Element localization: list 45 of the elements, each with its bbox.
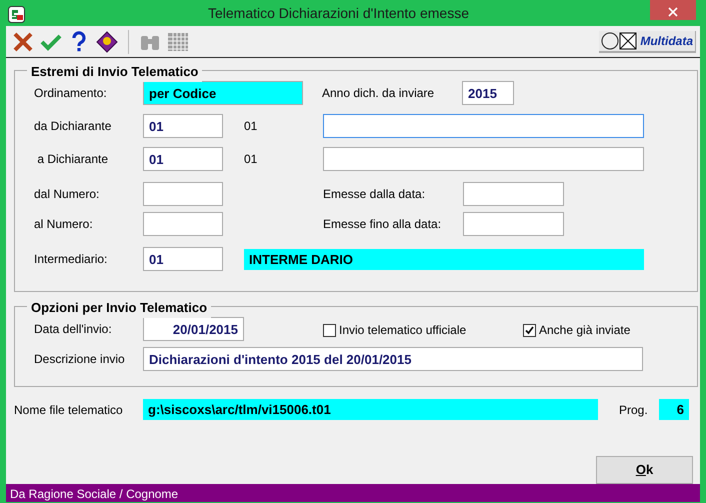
field-label: Prog. [619, 402, 649, 418]
field-label: a Dichiarante [36, 151, 110, 168]
checkbox[interactable]: Invio telematico ufficiale [323, 321, 523, 339]
app-icon [8, 4, 25, 22]
cross-icon [11, 30, 35, 54]
field-label: 01 [244, 151, 258, 168]
input-field[interactable]: Dichiarazioni d'intento 2015 del 20/01/2015 [143, 347, 643, 371]
check-icon [524, 324, 535, 336]
window-title: Telematico Dichiarazioni d'Intento emesse [206, 4, 470, 22]
input-field[interactable] [463, 182, 564, 206]
ok-button[interactable]: Ok [596, 456, 693, 484]
input-field[interactable]: 01 [143, 147, 223, 171]
field-label: Intermediario: [34, 251, 108, 268]
close-icon [668, 6, 678, 17]
input-field[interactable] [323, 147, 644, 171]
checkbox[interactable]: Anche già inviate [523, 321, 653, 339]
field-label: Nome file telematico [14, 402, 124, 418]
field-label: Emesse fino alla data: [323, 216, 442, 233]
input-field[interactable]: 01 [143, 247, 223, 271]
field-label: Descrizione invio [34, 351, 126, 368]
field-label: Data dell'invio: [34, 321, 113, 338]
counter-field[interactable]: 6 [659, 399, 689, 420]
input-field[interactable] [143, 182, 223, 206]
name-field[interactable]: INTERME DARIO [244, 248, 644, 270]
input-field[interactable] [463, 212, 564, 236]
dropdown-field[interactable]: per Codice [143, 81, 303, 105]
close-button[interactable] [650, 0, 696, 20]
diamond-book-icon [95, 30, 119, 54]
book-button[interactable] [94, 28, 120, 54]
field-label: 01 [244, 118, 258, 135]
field-label: Emesse dalla data: [323, 186, 426, 203]
input-field[interactable]: 2015 [462, 81, 514, 105]
status-bar: Da Ragione Sociale / Cognome [6, 484, 700, 502]
input-field[interactable] [143, 212, 223, 236]
file-name-field[interactable]: g:\siscoxs\arc/tlm/vi15006.t01 [143, 399, 598, 420]
field-label: da Dichiarante [34, 118, 112, 135]
brand-button[interactable]: Multidata [599, 30, 696, 52]
input-field[interactable]: 20/01/2015 [143, 317, 244, 341]
field-label: al Numero: [34, 216, 94, 233]
input-field[interactable]: 01 [143, 114, 223, 138]
field-label: dal Numero: [34, 186, 100, 203]
field-label: Anno dich. da inviare [322, 85, 436, 102]
logo-icon [601, 30, 640, 50]
field-label: Ordinamento: [34, 85, 108, 102]
input-field[interactable] [323, 114, 644, 138]
